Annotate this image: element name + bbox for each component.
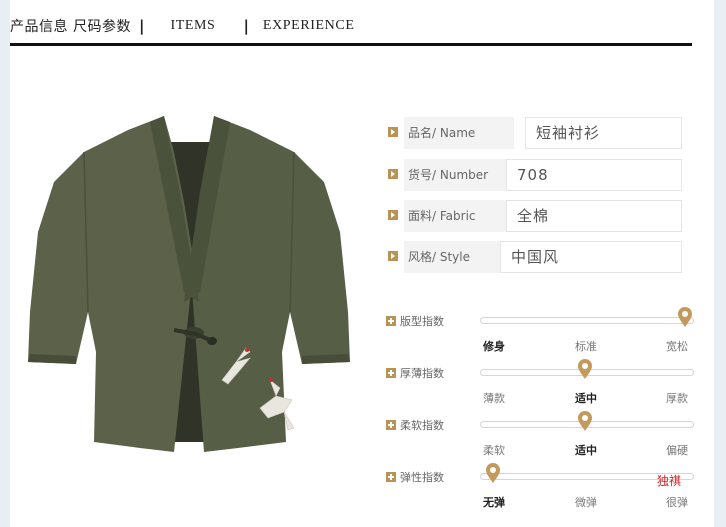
header-separator: | — [138, 17, 145, 35]
info-value: 中国风 — [500, 241, 682, 273]
header-experience: EXPERIENCE — [262, 18, 355, 33]
location-pin-icon — [577, 359, 592, 379]
index-slider: 弹性指数无弹 微弹 很弹 — [386, 463, 694, 518]
plus-icon — [386, 316, 396, 326]
index-option: 厚款 — [666, 392, 688, 405]
index-option: 适中 — [575, 392, 597, 405]
index-slider: 柔软指数柔软 适中 偏硬 — [386, 411, 694, 466]
arrow-icon — [388, 251, 398, 261]
index-title: 柔软指数 — [400, 419, 444, 432]
index-track — [480, 317, 694, 324]
info-row-style: 风格/ Style 中国风 — [388, 241, 682, 273]
index-option: 薄款 — [483, 392, 505, 405]
info-label: 风格/ Style — [404, 241, 514, 273]
index-option: 修身 — [483, 340, 505, 353]
index-option: 宽松 — [666, 340, 688, 353]
info-label: 货号/ Number — [404, 159, 514, 191]
info-label: 面料/ Fabric — [404, 200, 514, 232]
location-pin-icon — [577, 411, 592, 431]
plus-icon — [386, 472, 396, 482]
arrow-icon — [388, 210, 398, 220]
watermark-text: 独祺 — [657, 474, 682, 488]
index-option: 微弹 — [575, 496, 597, 509]
info-label: 品名/ Name — [404, 117, 514, 149]
index-option: 很弹 — [666, 496, 688, 509]
index-title: 弹性指数 — [400, 471, 444, 484]
header-title: 产品信息 尺码参数 — [10, 19, 131, 35]
index-title: 版型指数 — [400, 315, 444, 328]
plus-icon — [386, 368, 396, 378]
index-option: 适中 — [575, 444, 597, 457]
info-row-number: 货号/ Number 708 — [388, 159, 682, 191]
info-value: 短袖衬衫 — [525, 117, 682, 149]
header-separator: | — [243, 17, 249, 35]
info-value: 708 — [506, 159, 682, 191]
arrow-icon — [388, 169, 398, 179]
info-value: 全棉 — [506, 200, 682, 232]
index-option: 无弹 — [483, 496, 505, 509]
arrow-icon — [388, 127, 398, 137]
index-option: 标准 — [575, 340, 597, 353]
plus-icon — [386, 420, 396, 430]
index-option: 偏硬 — [666, 444, 688, 457]
product-image — [28, 116, 350, 452]
index-option: 柔软 — [483, 444, 505, 457]
index-slider: 厚薄指数薄款 适中 厚款 — [386, 359, 694, 414]
index-slider: 版型指数修身 标准 宽松 — [386, 307, 694, 362]
location-pin-icon — [678, 307, 693, 327]
section-header: 产品信息 尺码参数 | ITEMS | EXPERIENCE — [10, 16, 354, 36]
location-pin-icon — [485, 463, 500, 483]
info-row-fabric: 面料/ Fabric 全棉 — [388, 200, 682, 232]
info-row-name: 品名/ Name 短袖衬衫 — [388, 117, 682, 149]
index-title: 厚薄指数 — [400, 367, 444, 380]
header-items: ITEMS — [170, 18, 216, 33]
header-divider — [10, 43, 692, 46]
